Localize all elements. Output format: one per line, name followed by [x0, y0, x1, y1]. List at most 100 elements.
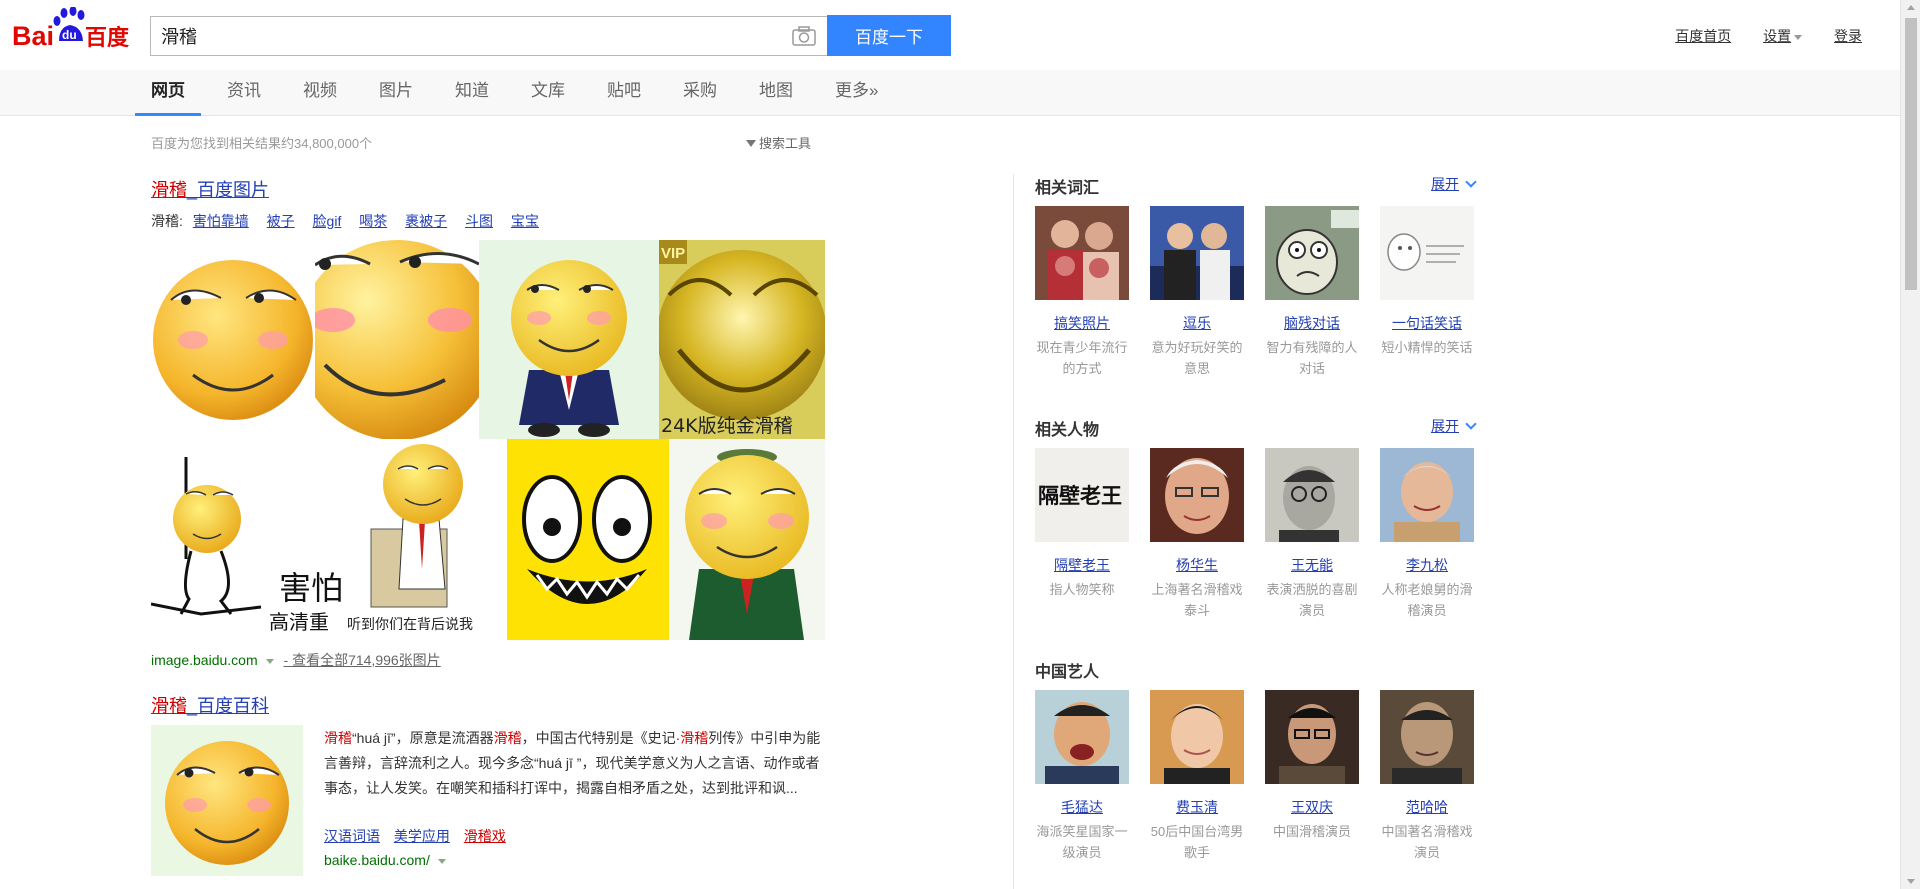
- tab-zhidao[interactable]: 知道: [455, 70, 505, 116]
- tab-caigou[interactable]: 采购: [683, 70, 733, 116]
- card-desc: 现在青少年流行的方式: [1036, 340, 1128, 376]
- link-settings[interactable]: 设置: [1763, 28, 1803, 44]
- image-thumb[interactable]: [507, 439, 669, 640]
- card-name[interactable]: 李九松: [1380, 555, 1474, 575]
- sub-link[interactable]: 喝茶: [359, 213, 387, 229]
- card-image[interactable]: 隔壁老王: [1035, 448, 1129, 542]
- link-baidu-home[interactable]: 百度首页: [1675, 28, 1731, 44]
- card-image[interactable]: [1380, 690, 1474, 784]
- image-sub-links: 滑稽: 害怕靠墙 被子 脸gif 喝茶 裹被子 斗图 宝宝: [151, 211, 539, 231]
- sidebar-card[interactable]: 搞笑照片 现在青少年流行的方式: [1035, 206, 1129, 379]
- settings-label: 设置: [1763, 28, 1792, 44]
- image-thumb[interactable]: [479, 240, 659, 439]
- expand-button[interactable]: 展开: [1431, 174, 1477, 194]
- card-image[interactable]: [1150, 448, 1244, 542]
- card-name[interactable]: 王无能: [1265, 555, 1359, 575]
- baike-image[interactable]: [151, 725, 303, 876]
- card-name[interactable]: 逗乐: [1150, 313, 1244, 333]
- source-url[interactable]: baike.baidu.com/: [324, 852, 430, 868]
- card-image[interactable]: [1035, 206, 1129, 300]
- card-name[interactable]: 杨华生: [1150, 555, 1244, 575]
- baike-result-title[interactable]: 滑稽_百度百科: [151, 692, 269, 718]
- image-thumb[interactable]: VIP 24K版纯金滑稽: [659, 240, 825, 439]
- card-desc: 指人物笑称: [1049, 582, 1115, 597]
- search-input[interactable]: [161, 25, 761, 47]
- sidebar-divider: [1013, 174, 1014, 889]
- sidebar-card[interactable]: 范哈哈 中国著名滑稽戏演员: [1380, 690, 1474, 863]
- scroll-up-icon[interactable]: [1907, 5, 1915, 10]
- card-image[interactable]: [1380, 206, 1474, 300]
- sub-link[interactable]: 宝宝: [511, 213, 539, 229]
- scroll-thumb[interactable]: [1905, 18, 1917, 290]
- baike-link[interactable]: 汉语词语: [324, 828, 380, 844]
- tab-more[interactable]: 更多»: [835, 70, 894, 116]
- card-image[interactable]: [1035, 690, 1129, 784]
- tab-video[interactable]: 视频: [303, 70, 353, 116]
- vip-badge-text: VIP: [661, 245, 685, 262]
- tab-images[interactable]: 图片: [379, 70, 429, 116]
- card-name[interactable]: 毛猛达: [1035, 797, 1129, 817]
- sub-link[interactable]: 害怕靠墙: [193, 213, 249, 229]
- image-thumb[interactable]: 害怕 高清重: [151, 439, 343, 640]
- sidebar-card[interactable]: 王无能 表演洒脱的喜剧演员: [1265, 448, 1359, 621]
- source-url[interactable]: image.baidu.com: [151, 652, 258, 668]
- chevron-down-icon[interactable]: [265, 658, 274, 664]
- card-desc: 中国著名滑稽戏演员: [1381, 824, 1473, 860]
- sidebar-card[interactable]: 毛猛达 海派笑星国家一级演员: [1035, 690, 1129, 863]
- expand-button[interactable]: 展开: [1431, 416, 1477, 436]
- card-name[interactable]: 费玉清: [1150, 797, 1244, 817]
- sidebar-card[interactable]: 王双庆 中国滑稽演员: [1265, 690, 1359, 863]
- card-image[interactable]: [1265, 690, 1359, 784]
- scrollbar[interactable]: [1900, 0, 1920, 889]
- tab-news[interactable]: 资讯: [227, 70, 277, 116]
- baike-link[interactable]: 美学应用: [394, 828, 450, 844]
- tab-tieba[interactable]: 贴吧: [607, 70, 657, 116]
- image-thumb[interactable]: 听到你们在背后说我: [343, 439, 507, 640]
- image-result-title[interactable]: 滑稽_百度图片: [151, 176, 269, 202]
- search-tabs: 网页 资讯 视频 图片 知道 文库 贴吧 采购 地图 更多»: [135, 70, 920, 116]
- sub-link[interactable]: 被子: [267, 213, 295, 229]
- card-name[interactable]: 隔壁老王: [1035, 555, 1129, 575]
- baidu-logo[interactable]: Bai du 百度: [12, 7, 142, 53]
- sub-link[interactable]: 斗图: [465, 213, 493, 229]
- card-image[interactable]: [1265, 448, 1359, 542]
- link-login[interactable]: 登录: [1834, 28, 1862, 44]
- scared-caption-line1: 害怕: [279, 569, 343, 607]
- sidebar-card[interactable]: 逗乐 意为好玩好笑的意思: [1150, 206, 1244, 379]
- search-tools[interactable]: 搜索工具: [746, 133, 811, 152]
- tab-web[interactable]: 网页: [135, 70, 201, 116]
- sub-link[interactable]: 裹被子: [405, 213, 447, 229]
- card-name[interactable]: 范哈哈: [1380, 797, 1474, 817]
- sub-link[interactable]: 脸gif: [313, 213, 342, 229]
- view-all-images-link[interactable]: - 查看全部714,996张图片: [284, 652, 441, 668]
- title-rest: _百度图片: [187, 180, 270, 200]
- card-image[interactable]: [1265, 206, 1359, 300]
- chevron-down-icon[interactable]: [437, 858, 446, 864]
- card-image[interactable]: [1150, 206, 1244, 300]
- card-name[interactable]: 一句话笑话: [1380, 313, 1474, 333]
- expand-label: 展开: [1431, 176, 1459, 192]
- search-button[interactable]: 百度一下: [827, 15, 951, 56]
- sidebar-card[interactable]: 李九松 人称老娘舅的滑稽演员: [1380, 448, 1474, 621]
- sidebar-card[interactable]: 脑残对话 智力有残障的人对话: [1265, 206, 1359, 379]
- card-name[interactable]: 脑残对话: [1265, 313, 1359, 333]
- scroll-down-icon[interactable]: [1907, 879, 1915, 884]
- image-thumb[interactable]: [315, 240, 479, 439]
- camera-icon[interactable]: [792, 26, 816, 46]
- baike-link[interactable]: 滑稽戏: [464, 828, 506, 844]
- card-name[interactable]: 搞笑照片: [1035, 313, 1129, 333]
- card-image[interactable]: [1150, 690, 1244, 784]
- search-tools-label: 搜索工具: [759, 136, 812, 151]
- card-name[interactable]: 王双庆: [1265, 797, 1359, 817]
- tab-wenku[interactable]: 文库: [531, 70, 581, 116]
- sub-links-prefix: 滑稽:: [151, 213, 183, 229]
- sidebar-card[interactable]: 一句话笑话 短小精悍的笑话: [1380, 206, 1474, 379]
- image-thumb[interactable]: [151, 240, 315, 439]
- sidebar-card[interactable]: 费玉清 50后中国台湾男歌手: [1150, 690, 1244, 863]
- image-thumb[interactable]: [669, 439, 825, 640]
- sidebar-card[interactable]: 隔壁老王 隔壁老王 指人物笑称: [1035, 448, 1129, 621]
- card-image[interactable]: [1380, 448, 1474, 542]
- tab-map[interactable]: 地图: [759, 70, 809, 116]
- sidebar-card[interactable]: 杨华生 上海著名滑稽戏泰斗: [1150, 448, 1244, 621]
- baike-abstract: 滑稽“huá jī”，原意是流酒器滑稽，中国古代特别是《史记·滑稽列传》中引申为…: [324, 726, 824, 801]
